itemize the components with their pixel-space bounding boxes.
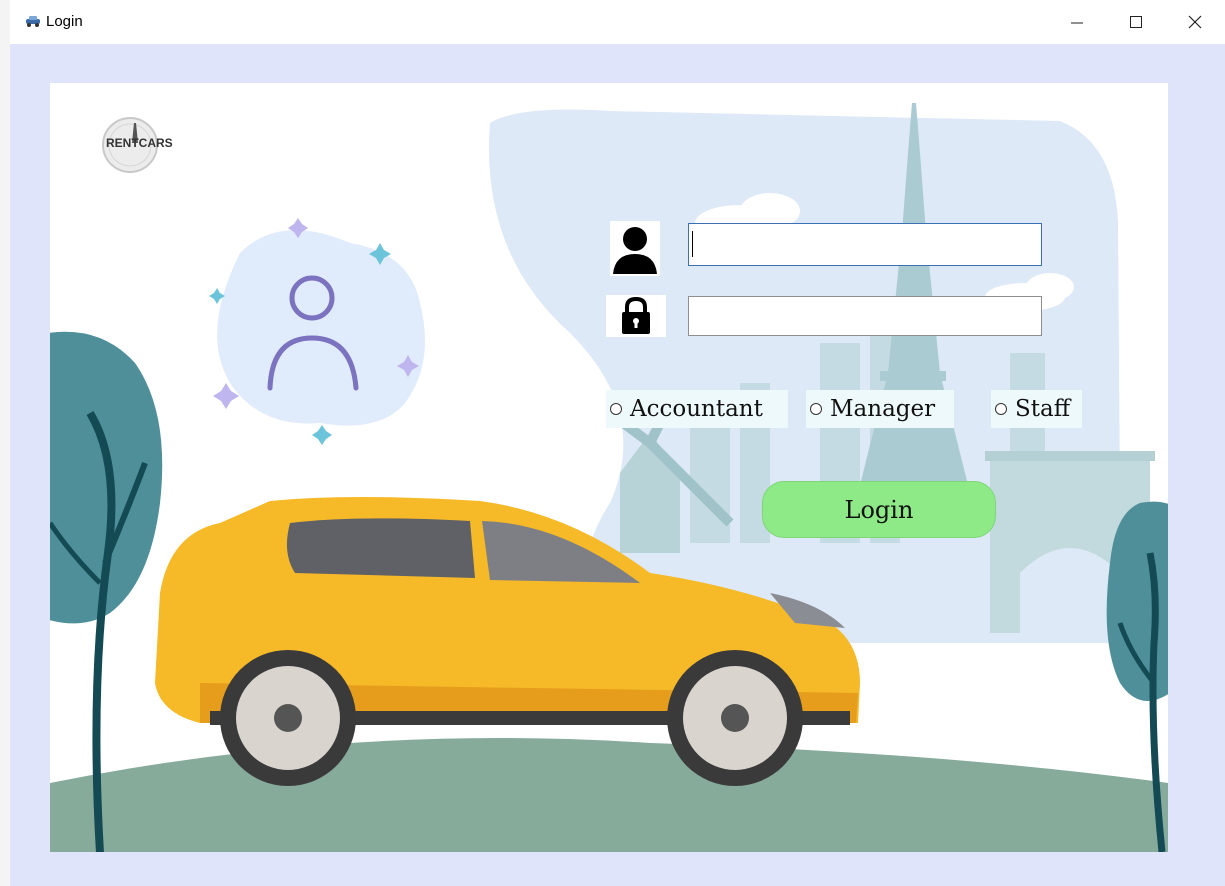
role-radio-staff[interactable]: Staff xyxy=(991,390,1082,428)
login-button[interactable]: Login xyxy=(762,481,996,538)
maximize-icon xyxy=(1130,16,1142,28)
login-window: Login RENTCARS Accountant Manager Staff … xyxy=(10,0,1225,886)
user-icon xyxy=(613,226,657,274)
username-icon-box xyxy=(610,221,660,276)
role-radio-accountant[interactable]: Accountant xyxy=(606,390,788,428)
close-icon xyxy=(1188,15,1202,29)
role-label-accountant: Accountant xyxy=(630,396,763,422)
lock-icon xyxy=(622,297,650,334)
role-label-manager: Manager xyxy=(830,396,936,422)
window-title: Login xyxy=(46,13,83,30)
role-radio-manager[interactable]: Manager xyxy=(806,390,954,428)
radio-circle-icon[interactable] xyxy=(995,403,1007,415)
login-panel: RENTCARS Accountant Manager Staff Login xyxy=(50,83,1168,852)
close-button[interactable] xyxy=(1166,0,1224,44)
background-illustration xyxy=(50,103,1168,852)
radio-circle-icon[interactable] xyxy=(610,403,622,415)
logo-text: RENTCARS xyxy=(106,136,173,150)
maximize-button[interactable] xyxy=(1107,0,1165,44)
minimize-button[interactable] xyxy=(1048,0,1106,44)
role-label-staff: Staff xyxy=(1015,396,1071,422)
username-input[interactable] xyxy=(688,223,1042,266)
text-caret xyxy=(692,231,693,257)
radio-circle-icon[interactable] xyxy=(810,403,822,415)
password-icon-box xyxy=(606,295,666,337)
password-input[interactable] xyxy=(688,296,1042,336)
minimize-icon xyxy=(1071,22,1083,24)
title-bar: Login xyxy=(10,0,1225,44)
car-app-icon xyxy=(26,16,40,27)
